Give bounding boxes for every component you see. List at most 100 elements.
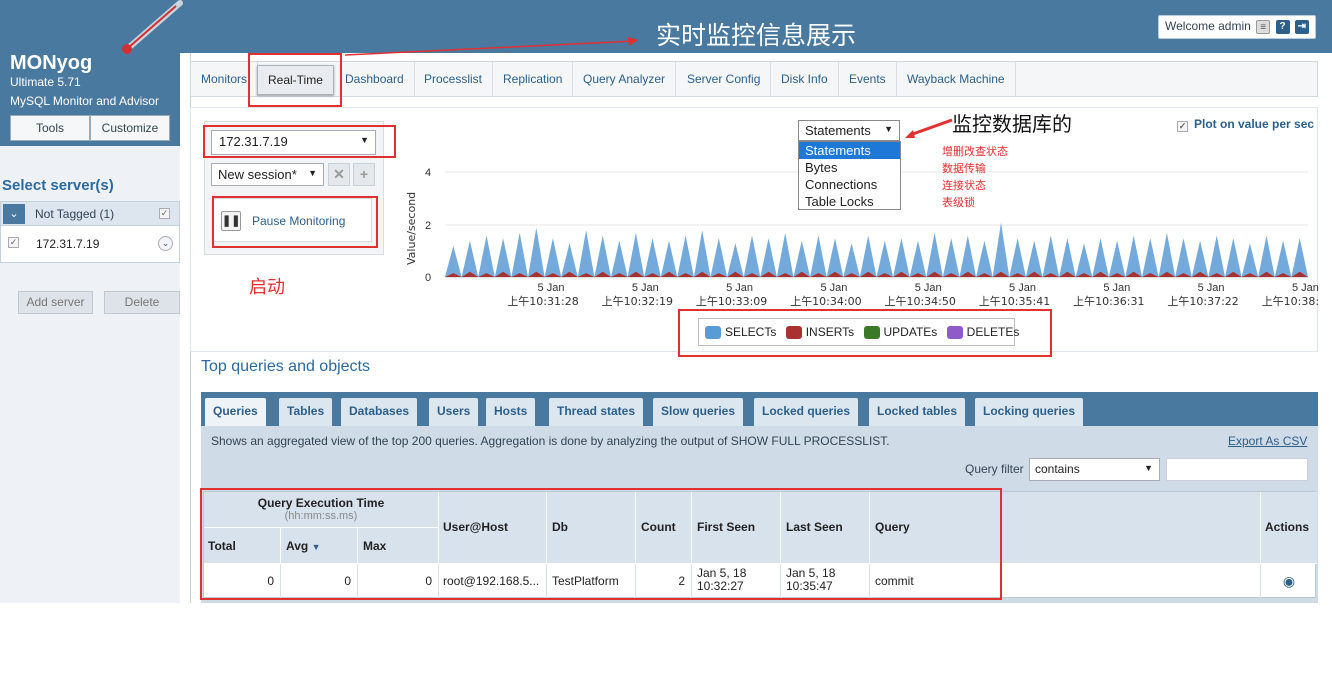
- annotation-start: 启动: [249, 277, 285, 298]
- close-session-icon[interactable]: ✕: [328, 163, 350, 186]
- brand-name: MONyog: [10, 52, 93, 74]
- xtick-time-label: 上午10:37:22: [1167, 295, 1238, 308]
- server-checkbox[interactable]: ✓: [8, 237, 19, 248]
- tab-dashboard[interactable]: Dashboard: [335, 62, 415, 96]
- qtab-thread-states[interactable]: Thread states: [549, 398, 644, 426]
- metric-dropdown-list: Statements Bytes Connections Table Locks: [798, 141, 901, 210]
- ytick-label: 0: [425, 272, 431, 284]
- tab-server-config[interactable]: Server Config: [677, 62, 772, 96]
- xtick-time-label: 上午10:32:19: [602, 295, 673, 308]
- annotation-arrow-metric: [905, 118, 953, 138]
- session-select-value: New session*: [218, 167, 297, 182]
- metric-option[interactable]: Bytes: [799, 159, 900, 176]
- metric-option[interactable]: Connections: [799, 176, 900, 193]
- tab-query-analyzer[interactable]: Query Analyzer: [573, 62, 677, 96]
- chart-series-group: [445, 222, 1308, 277]
- view-eye-icon[interactable]: ◉: [1261, 564, 1317, 598]
- session-select[interactable]: New session* ▼: [211, 163, 324, 186]
- qtab-users[interactable]: Users: [429, 398, 479, 426]
- dropdown-arrow-icon: ▼: [308, 168, 317, 178]
- chart-xlabels-group: 5 Jan上午10:31:285 Jan上午10:32:195 Jan上午10:…: [507, 282, 1320, 308]
- dropdown-arrow-icon: ▼: [1144, 463, 1153, 473]
- server-group: ⌄ Not Tagged (1) ✓ ✓ 172.31.7.19 ⌄: [0, 201, 180, 263]
- thermometer-logo: [122, 0, 183, 54]
- highlight-pause-button: [212, 196, 378, 248]
- th-actions: Actions: [1261, 492, 1317, 564]
- xtick-time-label: 上午10:35:41: [979, 295, 1050, 308]
- qtab-tables[interactable]: Tables: [279, 398, 333, 426]
- ytick-label: 4: [425, 167, 431, 179]
- annotation-title: 实时监控信息展示: [656, 21, 857, 50]
- xtick-date-label: 5 Jan: [1103, 282, 1130, 294]
- add-server-button[interactable]: Add server: [18, 291, 93, 314]
- page-bottom-blank: [0, 603, 1332, 688]
- tab-replication[interactable]: Replication: [493, 62, 574, 96]
- metric-option[interactable]: Table Locks: [799, 193, 900, 210]
- metric-option[interactable]: Statements: [799, 142, 900, 159]
- qtab-locked-queries[interactable]: Locked queries: [754, 398, 859, 426]
- server-group-label: Not Tagged (1): [35, 207, 115, 221]
- chevron-down-icon[interactable]: ⌄: [3, 204, 25, 224]
- tab-events[interactable]: Events: [839, 62, 897, 96]
- add-session-icon[interactable]: +: [353, 163, 375, 186]
- highlight-realtime-tab: [248, 53, 342, 107]
- highlight-legend: [678, 309, 1052, 357]
- tab-wayback-machine[interactable]: Wayback Machine: [897, 62, 1016, 96]
- server-expand-icon[interactable]: ⌄: [158, 236, 173, 251]
- qtab-locked-tables[interactable]: Locked tables: [869, 398, 966, 426]
- xtick-date-label: 5 Jan: [726, 282, 753, 294]
- xtick-date-label: 5 Jan: [538, 282, 565, 294]
- group-checkbox[interactable]: ✓: [159, 208, 170, 219]
- xtick-date-label: 5 Jan: [1009, 282, 1036, 294]
- xtick-time-label: 上午10:36:31: [1073, 295, 1144, 308]
- notes-icon[interactable]: ≡: [1256, 19, 1271, 34]
- query-filter-select[interactable]: contains ▼: [1029, 458, 1160, 481]
- server-group-header[interactable]: ⌄ Not Tagged (1) ✓: [1, 202, 179, 226]
- welcome-box: Welcome admin ≡ ? ⇥: [1158, 15, 1316, 39]
- top-queries-description: Shows an aggregated view of the top 200 …: [211, 434, 890, 448]
- customize-button[interactable]: Customize: [90, 115, 170, 141]
- help-icon[interactable]: ?: [1275, 19, 1290, 34]
- xtick-date-label: 5 Jan: [632, 282, 659, 294]
- xtick-date-label: 5 Jan: [1198, 282, 1225, 294]
- query-filter-label: Query filter: [965, 462, 1024, 476]
- xtick-time-label: 上午10:33:09: [696, 295, 767, 308]
- ytick-label: 2: [425, 220, 431, 232]
- qtab-locking-queries[interactable]: Locking queries: [975, 398, 1084, 426]
- metric-select[interactable]: Statements ▼: [798, 120, 900, 141]
- top-queries-tabbar: Queries Tables Databases Users Hosts Thr…: [201, 392, 1318, 426]
- plot-option-label: Plot on value per sec: [1194, 117, 1315, 131]
- brand-edition: Ultimate 5.71: [10, 75, 81, 89]
- highlight-server-select: [203, 125, 396, 158]
- annotation-db: 监控数据库的: [952, 112, 1072, 136]
- logout-icon[interactable]: ⇥: [1294, 19, 1309, 34]
- delete-server-button[interactable]: Delete: [104, 291, 180, 314]
- xtick-time-label: 上午10:34:50: [884, 295, 955, 308]
- monyog-app: MONyog Ultimate 5.71 MySQL Monitor and A…: [0, 0, 1332, 688]
- qtab-databases[interactable]: Databases: [341, 398, 418, 426]
- qtab-slow-queries[interactable]: Slow queries: [653, 398, 744, 426]
- brand-tagline: MySQL Monitor and Advisor: [10, 94, 159, 108]
- chart-ylabel: Value/second: [405, 192, 418, 265]
- tab-disk-info[interactable]: Disk Info: [771, 62, 839, 96]
- xtick-date-label: 5 Jan: [820, 282, 847, 294]
- server-item-label[interactable]: 172.31.7.19: [36, 237, 99, 251]
- plot-option[interactable]: ✓ Plot on value per sec: [1177, 117, 1315, 132]
- tab-processlist[interactable]: Processlist: [414, 62, 494, 96]
- query-filter-input[interactable]: [1166, 458, 1308, 481]
- select-server-title: Select server(s): [2, 177, 114, 194]
- plot-option-checkbox[interactable]: ✓: [1177, 121, 1188, 132]
- main-tabbar: Monitors Real-Time Dashboard Processlist…: [190, 61, 1318, 97]
- highlight-query-table: [200, 488, 1002, 600]
- annotation-note: 增删改查状态: [942, 145, 1008, 158]
- export-csv-link[interactable]: Export As CSV: [1228, 434, 1307, 448]
- series-area-selects: [445, 222, 1308, 277]
- xtick-date-label: 5 Jan: [1292, 282, 1319, 294]
- annotation-note: 数据传输: [942, 162, 986, 175]
- qtab-hosts[interactable]: Hosts: [486, 398, 536, 426]
- qtab-queries[interactable]: Queries: [205, 398, 266, 426]
- dropdown-arrow-icon: ▼: [884, 124, 893, 134]
- tools-button[interactable]: Tools: [10, 115, 90, 141]
- xtick-time-label: 上午10:31:28: [507, 295, 578, 308]
- xtick-date-label: 5 Jan: [915, 282, 942, 294]
